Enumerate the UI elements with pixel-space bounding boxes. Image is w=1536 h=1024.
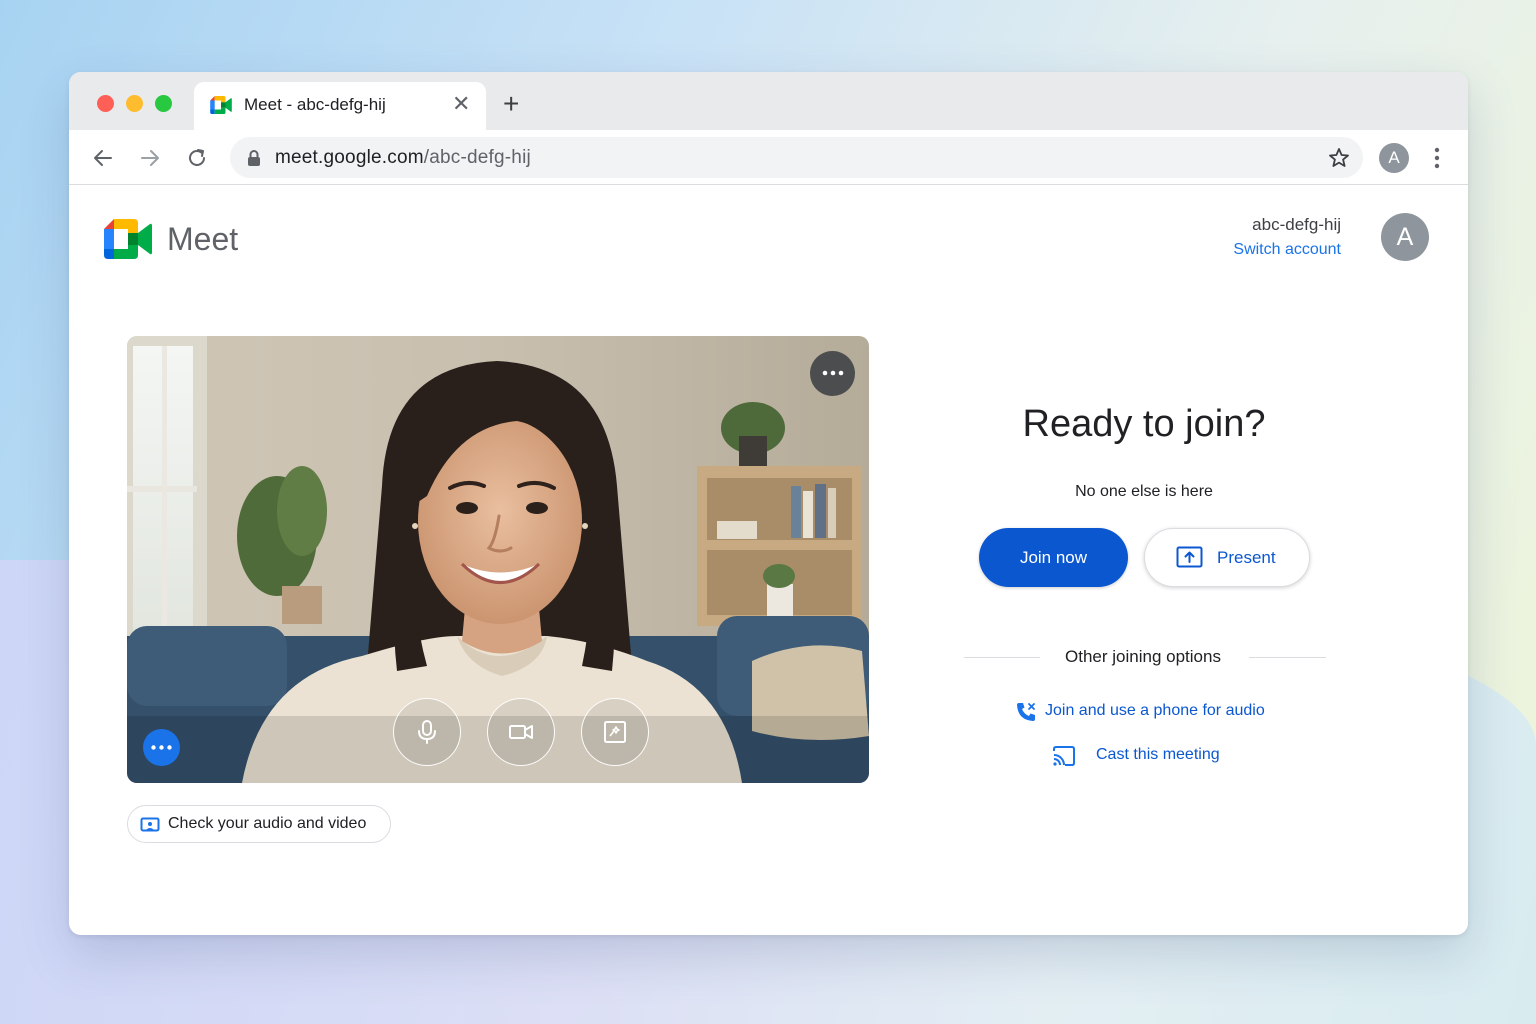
check-av-icon [140,817,160,832]
cast-meeting-link[interactable]: Cast this meeting [1052,745,1252,767]
toggle-camera-button[interactable] [487,698,555,766]
url-path: /abc-defg-hij [423,147,531,168]
visual-effects-icon [604,721,626,743]
present-label: Present [1217,548,1276,567]
ready-to-join-title: Ready to join? [1022,403,1266,445]
join-phone-audio-label: Join and use a phone for audio [1045,702,1265,719]
back-arrow-icon[interactable] [91,146,115,170]
toggle-microphone-button[interactable] [393,698,461,766]
google-meet-icon [210,96,232,114]
browser-menu-icon[interactable] [1425,144,1449,172]
forward-arrow-icon[interactable] [138,146,162,170]
cast-icon [1053,746,1075,766]
other-joining-options-label: Other joining options [1065,647,1221,666]
preview-more-options-button[interactable] [810,351,855,396]
check-av-label: Check your audio and video [168,815,367,832]
check-audio-video-button[interactable]: Check your audio and video [127,805,391,843]
tab-title: Meet - abc-defg-hij [244,95,386,114]
lock-icon[interactable] [246,149,262,167]
preview-effects-button[interactable] [143,729,180,766]
cast-meeting-label: Cast this meeting [1096,746,1220,763]
camera-icon [509,725,533,739]
url-text: meet.google.com/abc-defg-hij [275,147,531,169]
present-to-all-icon [1176,546,1203,568]
maximize-window-button[interactable] [155,95,172,112]
tab-strip: Meet - abc-defg-hij ✕ + [69,72,1468,130]
self-video-preview [127,336,869,783]
account-avatar[interactable]: A [1381,213,1429,261]
options-divider-right [1249,657,1326,658]
participants-status: No one else is here [1075,483,1213,500]
present-button[interactable]: Present [1144,528,1310,587]
reload-icon[interactable] [185,146,209,170]
app-name: Meet [167,221,239,257]
browser-profile-avatar[interactable]: A [1379,143,1409,173]
account-meeting-code: abc-defg-hij [1252,215,1341,234]
bookmark-star-icon[interactable] [1327,146,1351,170]
minimize-window-button[interactable] [126,95,143,112]
switch-account-link[interactable]: Switch account [1233,241,1341,259]
address-bar[interactable]: meet.google.com/abc-defg-hij [230,137,1363,178]
microphone-icon [418,720,436,744]
join-phone-audio-link[interactable]: Join and use a phone for audio [1015,701,1285,723]
join-now-button[interactable]: Join now [979,528,1128,587]
browser-window: Meet - abc-defg-hij ✕ + meet.google.com/… [69,72,1468,935]
tab-close-icon[interactable]: ✕ [452,93,470,115]
close-window-button[interactable] [97,95,114,112]
more-horizontal-icon [151,745,172,750]
visual-effects-button[interactable] [581,698,649,766]
browser-toolbar: meet.google.com/abc-defg-hij A [69,130,1468,185]
options-divider-left [964,657,1040,658]
browser-tab-meet[interactable]: Meet - abc-defg-hij ✕ [194,82,486,130]
url-host: meet.google.com [275,147,424,168]
more-horizontal-icon [822,370,843,376]
new-tab-button[interactable]: + [503,90,519,118]
google-meet-logo-icon [104,219,152,259]
phone-audio-icon [1017,703,1035,721]
meet-page: Meet abc-defg-hij Switch account A Check… [69,185,1468,935]
